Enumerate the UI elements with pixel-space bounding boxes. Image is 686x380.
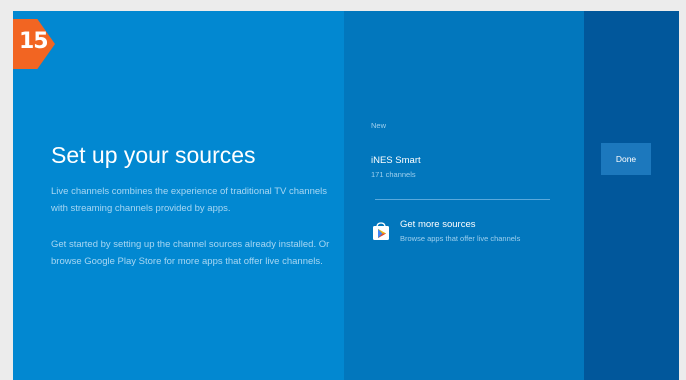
get-more-subtitle: Browse apps that offer live channels: [400, 234, 521, 243]
done-button[interactable]: Done: [601, 143, 651, 175]
actions-panel: Done: [584, 11, 679, 380]
setup-instructions: Get started by setting up the channel so…: [51, 239, 330, 267]
get-more-title: Get more sources: [400, 219, 476, 230]
step-number: 15: [19, 29, 49, 54]
section-label-new: New: [371, 121, 387, 130]
get-more-sources-item[interactable]: Get more sources Browse apps that offer …: [371, 219, 571, 249]
tv-setup-screen: Set up your sources Live channels combin…: [13, 11, 679, 380]
intro-description: Live channels combines the experience of…: [51, 186, 328, 214]
play-store-icon: [371, 221, 391, 241]
intro-panel: Set up your sources Live channels combin…: [13, 11, 344, 380]
source-channel-count: 171 channels: [371, 170, 416, 179]
page-title: Set up your sources: [51, 142, 256, 168]
sources-panel: New iNES Smart 171 channels Get more sou…: [344, 11, 584, 380]
source-name: iNES Smart: [371, 155, 421, 166]
divider: [375, 199, 550, 200]
